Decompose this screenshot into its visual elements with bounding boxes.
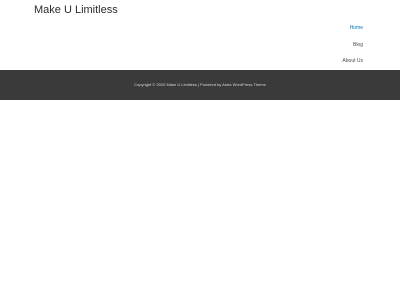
site-title-link[interactable]: Make U Limitless xyxy=(34,3,118,17)
nav-item-blog[interactable]: Blog xyxy=(353,42,363,49)
nav-item-home[interactable]: Home xyxy=(350,25,363,32)
footer-copyright: Copyright © 2020 Make U Limitless | Powe… xyxy=(134,82,266,87)
site-footer: Copyright © 2020 Make U Limitless | Powe… xyxy=(0,70,400,100)
nav-item-about-us[interactable]: About Us xyxy=(342,58,363,65)
main-navigation: Home Blog About Us xyxy=(340,22,400,70)
page: Make U Limitless Home Blog About Us Copy… xyxy=(0,0,400,300)
page-background xyxy=(0,100,400,300)
site-header: Make U Limitless Home Blog About Us xyxy=(0,0,400,70)
